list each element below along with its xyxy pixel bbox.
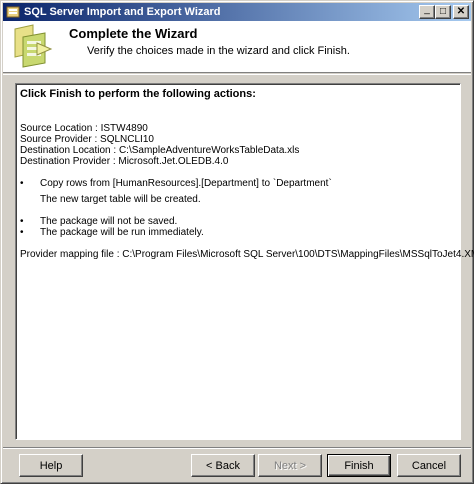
mapping-file: Provider mapping file : C:\Program Files… (20, 249, 474, 260)
source-location: Source Location : ISTW4890 (20, 123, 148, 134)
wizard-header: Complete the Wizard Verify the choices m… (3, 21, 471, 73)
list-item: • The package will not be saved. (20, 216, 456, 227)
list-item: • Copy rows from [HumanResources].[Depar… (20, 178, 456, 189)
destination-location: Destination Location : C:\SampleAdventur… (20, 145, 300, 156)
page-title: Complete the Wizard (69, 26, 198, 41)
destination-provider: Destination Provider : Microsoft.Jet.OLE… (20, 156, 229, 167)
title-bar[interactable]: SQL Server Import and Export Wizard _ □ … (3, 3, 471, 21)
back-button[interactable]: < Back (191, 454, 255, 477)
cancel-button[interactable]: Cancel (397, 454, 461, 477)
bullet-icon: • (20, 178, 24, 189)
maximize-button[interactable]: □ (435, 5, 451, 19)
help-button[interactable]: Help (19, 454, 83, 477)
list-item: • The package will be run immediately. (20, 227, 456, 238)
minimize-button[interactable]: _ (419, 5, 435, 19)
close-icon: ✕ (456, 6, 466, 17)
window-title: SQL Server Import and Export Wizard (24, 6, 221, 18)
finish-button-label: Finish (344, 459, 374, 472)
back-button-label: < Back (206, 459, 240, 472)
next-button[interactable]: Next > (258, 454, 322, 477)
wizard-window: SQL Server Import and Export Wizard _ □ … (0, 0, 474, 484)
maximize-icon: □ (439, 6, 447, 17)
app-icon (6, 5, 20, 19)
help-button-label: Help (39, 459, 63, 472)
new-table-text: The new target table will be created. (40, 194, 201, 205)
next-button-label: Next > (273, 459, 307, 472)
run-immediately-text: The package will be run immediately. (40, 227, 204, 238)
bullet-icon: • (20, 216, 24, 227)
wizard-graphic-icon (7, 23, 55, 71)
not-saved-text: The package will not be saved. (40, 216, 178, 227)
minimize-icon: _ (424, 4, 430, 15)
header-divider (3, 74, 471, 75)
finish-button[interactable]: Finish (327, 454, 391, 477)
bullet-icon: • (20, 227, 24, 238)
footer-divider (3, 447, 471, 449)
summary-panel[interactable]: Click Finish to perform the following ac… (15, 83, 474, 440)
close-button[interactable]: ✕ (453, 5, 469, 19)
page-subtitle: Verify the choices made in the wizard an… (87, 45, 350, 57)
source-provider: Source Provider : SQLNCLI10 (20, 134, 154, 145)
summary-heading: Click Finish to perform the following ac… (20, 88, 256, 100)
copy-rows-text: Copy rows from [HumanResources].[Departm… (40, 178, 332, 189)
cancel-button-label: Cancel (411, 459, 447, 472)
